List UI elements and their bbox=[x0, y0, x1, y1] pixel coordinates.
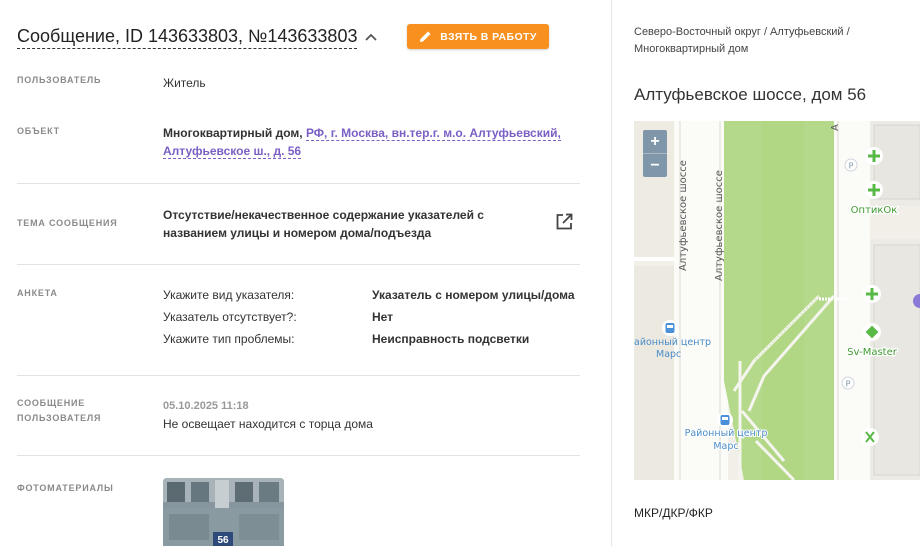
map[interactable]: Алтуфьевское шоссе Алтуфьевское шоссе А … bbox=[634, 121, 920, 480]
survey-question: Укажите тип проблемы: bbox=[163, 332, 295, 346]
photos-label: ФОТОМАТЕРИАЛЫ bbox=[17, 483, 114, 493]
zoom-out-button[interactable]: − bbox=[643, 154, 667, 177]
map-zoom-control: + − bbox=[643, 130, 667, 177]
topic-line-2: названием улицы и номером дома/подъезда bbox=[163, 226, 432, 240]
take-to-work-button[interactable]: ВЗЯТЬ В РАБОТУ bbox=[407, 24, 549, 49]
survey-label: АНКЕТА bbox=[17, 288, 58, 298]
object-value: Многоквартирный дом, РФ, г. Москва, вн.т… bbox=[163, 124, 583, 160]
user-label: ПОЛЬЗОВАТЕЛЬ bbox=[17, 75, 102, 85]
service-icon[interactable] bbox=[863, 323, 881, 341]
zoom-in-button[interactable]: + bbox=[643, 130, 667, 153]
parking-icon: P bbox=[849, 162, 854, 171]
map-poi-label: ОптикОк bbox=[851, 205, 898, 216]
address-title: Алтуфьевское шоссе, дом 56 bbox=[634, 85, 867, 104]
breadcrumb-line-1: Северо-Восточный округ / Алтуфьевский / bbox=[634, 26, 850, 38]
divider bbox=[17, 183, 580, 184]
optic-icon[interactable] bbox=[865, 181, 883, 199]
map-poi-label: Марс bbox=[713, 441, 738, 452]
survey-answer: Указатель с номером улицы/дома bbox=[372, 288, 575, 302]
message-header[interactable]: Сообщение, ID 143633803, №143633803 bbox=[17, 24, 379, 49]
user-message-date: 05.10.2025 11:18 bbox=[163, 400, 249, 412]
photo-thumbnail[interactable]: 56 bbox=[163, 478, 284, 546]
store-icon[interactable] bbox=[863, 285, 881, 303]
open-external-icon[interactable] bbox=[554, 212, 574, 232]
map-street-label: Алтуфьевское шоссе bbox=[678, 160, 689, 271]
map-poi-label: Sv-Master bbox=[847, 347, 898, 358]
user-message-label-2: ПОЛЬЗОВАТЕЛЯ bbox=[17, 413, 102, 423]
message-panel: Сообщение, ID 143633803, №143633803 ВЗЯТ… bbox=[0, 0, 612, 546]
divider bbox=[17, 375, 580, 376]
message-title[interactable]: Сообщение, ID 143633803, №143633803 bbox=[17, 24, 358, 49]
survey-question: Укажите вид указателя: bbox=[163, 288, 295, 302]
divider bbox=[17, 455, 580, 456]
divider bbox=[17, 264, 580, 265]
survey-answer: Нет bbox=[372, 310, 394, 324]
map-poi-label: Районный центр bbox=[685, 428, 768, 439]
map-canvas[interactable]: Алтуфьевское шоссе Алтуфьевское шоссе А … bbox=[634, 121, 920, 480]
object-sidebar: Северо-Восточный округ / Алтуфьевский / … bbox=[613, 0, 920, 546]
bus-stop-icon[interactable] bbox=[662, 320, 678, 336]
pencil-icon bbox=[419, 30, 432, 43]
take-to-work-label: ВЗЯТЬ В РАБОТУ bbox=[440, 30, 537, 43]
user-message-label: СООБЩЕНИЕ bbox=[17, 398, 86, 408]
object-address-link[interactable]: РФ, г. Москва, вн.тер.г. м.о. Алтуфьевск… bbox=[305, 126, 561, 141]
photo-house-number: 56 bbox=[217, 535, 229, 546]
chevron-up-icon[interactable] bbox=[363, 29, 379, 45]
topic-label: ТЕМА СООБЩЕНИЯ bbox=[17, 218, 118, 228]
breadcrumb-line-2: Многоквартирный дом bbox=[634, 43, 749, 55]
category-label: МКР/ДКР/ФКР bbox=[634, 506, 713, 520]
topic-line-1: Отсутствие/некачественное содержание ука… bbox=[163, 208, 484, 222]
map-street-label: Алтуфьевское шоссе bbox=[714, 170, 725, 281]
pharmacy-icon[interactable] bbox=[865, 147, 883, 165]
map-street-label: А bbox=[830, 124, 841, 131]
bus-stop-icon[interactable] bbox=[717, 412, 733, 428]
user-value: Житель bbox=[163, 76, 206, 90]
topic-value: Отсутствие/некачественное содержание ука… bbox=[163, 206, 543, 242]
survey-answer: Неисправность подсветки bbox=[372, 332, 530, 346]
scissors-icon[interactable] bbox=[861, 428, 879, 446]
breadcrumb: Северо-Восточный округ / Алтуфьевский / … bbox=[634, 24, 904, 58]
object-address-link-2[interactable]: Алтуфьевское ш., д. 56 bbox=[163, 144, 302, 159]
map-poi-label: Марс bbox=[656, 349, 681, 360]
object-type: Многоквартирный дом, bbox=[163, 126, 303, 140]
parking-icon: P bbox=[846, 380, 851, 389]
user-message-text: Не освещает находится с торца дома bbox=[163, 417, 373, 431]
map-poi-label: айонный центр bbox=[634, 337, 711, 348]
object-label: ОБЪЕКТ bbox=[17, 126, 60, 136]
survey-question: Указатель отсутствует?: bbox=[163, 310, 297, 324]
